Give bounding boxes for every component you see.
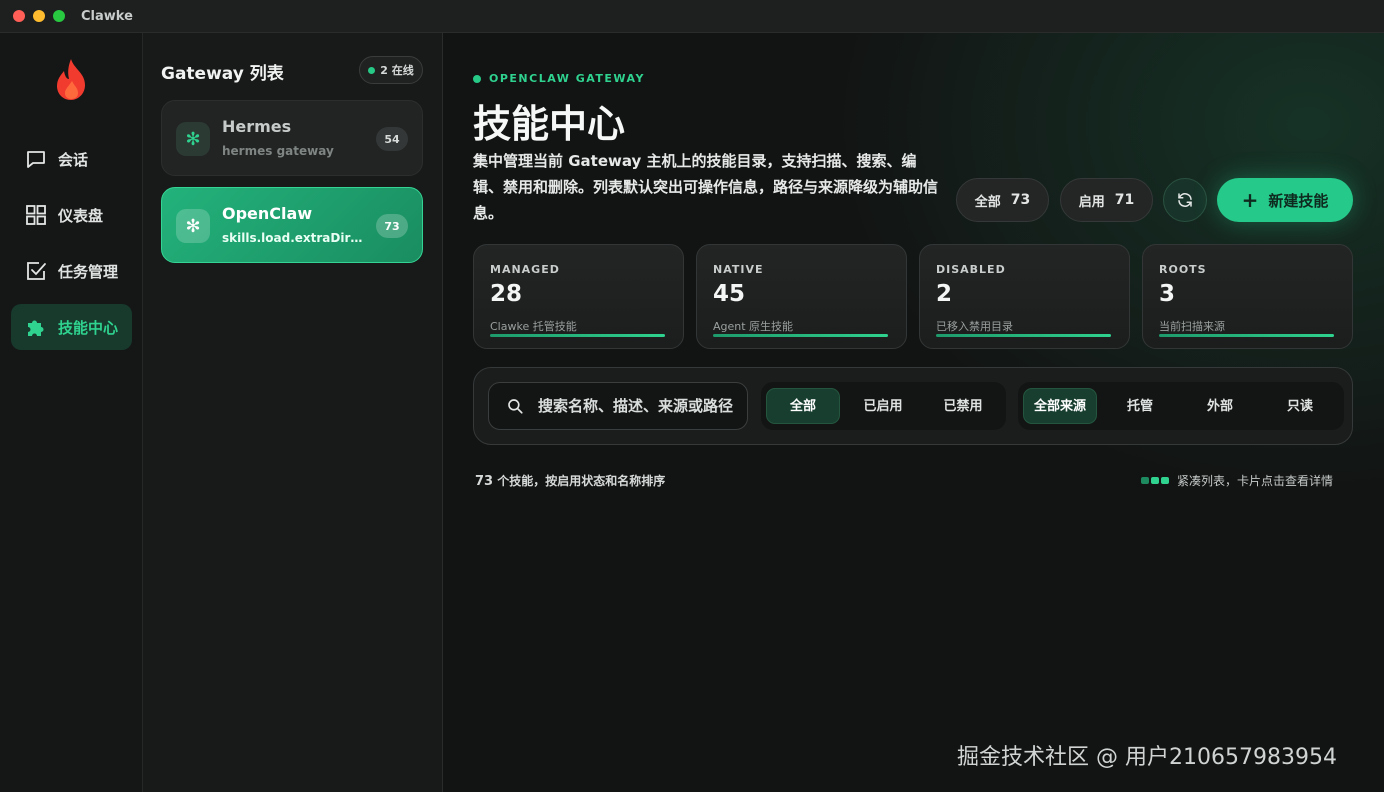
stat-value: 45 [713, 281, 746, 307]
nav-item-label: 会话 [58, 150, 89, 169]
stat-label: MANAGED [490, 263, 560, 276]
stat-description: Clawke 托管技能 [490, 320, 577, 333]
new-skill-button[interactable]: + 新建技能 [1217, 178, 1353, 222]
gateway-name: OpenClaw [222, 204, 313, 223]
nav-item-chat[interactable]: 会话 [11, 136, 132, 182]
nav-item-label: 技能中心 [58, 318, 119, 337]
window-controls [13, 10, 65, 22]
stat-description: 已移入禁用目录 [936, 320, 1013, 333]
stat-card-roots: ROOTS 3 当前扫描来源 [1142, 244, 1353, 349]
search-icon [508, 399, 523, 414]
skill-count: 73 [475, 474, 494, 489]
stat-description: 当前扫描来源 [1159, 320, 1225, 333]
enabled-value: 71 [1114, 192, 1135, 208]
stat-card-disabled: DISABLED 2 已移入禁用目录 [919, 244, 1130, 349]
page-title: 技能中心 [473, 102, 626, 146]
status-dot-icon [473, 74, 481, 83]
gateway-subtitle: skills.load.extraDirs ... [222, 231, 367, 245]
stat-progress-bar [713, 334, 888, 337]
close-window-button[interactable] [13, 10, 25, 22]
chat-bubble-icon [27, 151, 45, 168]
status-filter-disabled[interactable]: 已禁用 [926, 388, 1000, 424]
gateway-skill-count: 73 [376, 214, 408, 238]
filter-bar: 全部 已启用 已禁用 全部来源 托管 外部 只读 [473, 367, 1353, 445]
maximize-window-button[interactable] [53, 10, 65, 22]
app-title: Clawke [81, 8, 133, 24]
source-filter-external[interactable]: 外部 [1183, 388, 1257, 424]
refresh-button[interactable] [1163, 178, 1207, 222]
source-filter-readonly[interactable]: 只读 [1263, 388, 1337, 424]
stat-progress-bar [1159, 334, 1334, 337]
puzzle-icon [28, 320, 44, 336]
skill-count-summary: 73 个技能，按启用状态和名称排序 [475, 472, 665, 489]
stat-label: NATIVE [713, 263, 764, 276]
gateway-node-icon: ✻ [176, 209, 210, 243]
total-value: 73 [1010, 192, 1031, 208]
layout-hint-text: 紧凑列表，卡片点击查看详情 [1177, 474, 1334, 488]
page-description: 集中管理当前 Gateway 主机上的技能目录，支持扫描、搜索、编辑、禁用和删除… [473, 152, 939, 222]
online-status-badge: 2 在线 [359, 56, 423, 84]
stat-progress-bar [936, 334, 1111, 337]
total-skills-pill[interactable]: 全部 73 [956, 178, 1049, 222]
search-input[interactable] [538, 397, 738, 415]
stat-value: 3 [1159, 281, 1176, 307]
stat-progress-bar [490, 334, 665, 337]
gateway-name: Hermes [222, 117, 292, 136]
stat-description: Agent 原生技能 [713, 320, 794, 333]
online-dot-icon [368, 66, 376, 74]
search-box[interactable] [488, 382, 748, 430]
skills-main: OPENCLAW GATEWAY 技能中心 集中管理当前 Gateway 主机上… [443, 33, 1384, 792]
sidebar-nav: 会话 仪表盘 任务管理 技能中心 [0, 33, 143, 792]
total-label: 全部 [974, 194, 1001, 210]
skill-count-suffix: 个技能，按启用状态和名称排序 [493, 474, 666, 488]
source-filter: 全部来源 托管 外部 只读 [1018, 382, 1344, 430]
stat-value: 28 [490, 281, 523, 307]
gateway-node-icon: ✻ [176, 122, 210, 156]
gateway-eyebrow: OPENCLAW GATEWAY [473, 72, 645, 85]
nav-item-label: 任务管理 [58, 262, 119, 281]
nav-item-label: 仪表盘 [58, 206, 104, 225]
status-filter-all[interactable]: 全部 [766, 388, 840, 424]
new-skill-label: 新建技能 [1268, 191, 1329, 210]
watermark: 掘金技术社区 @ 用户210657983954 [957, 745, 1337, 770]
stat-card-managed: MANAGED 28 Clawke 托管技能 [473, 244, 684, 349]
status-filter: 全部 已启用 已禁用 [761, 382, 1006, 430]
stat-card-native: NATIVE 45 Agent 原生技能 [696, 244, 907, 349]
nav-item-dashboard[interactable]: 仪表盘 [11, 192, 132, 238]
layout-hint: 紧凑列表，卡片点击查看详情 [1141, 472, 1333, 489]
nav-item-skills[interactable]: 技能中心 [11, 304, 132, 350]
compact-list-icon [1141, 477, 1169, 484]
stat-label: ROOTS [1159, 263, 1207, 276]
enabled-skills-pill[interactable]: 启用 71 [1060, 178, 1153, 222]
minimize-window-button[interactable] [33, 10, 45, 22]
gateway-subtitle: hermes gateway [222, 144, 334, 158]
refresh-icon [1178, 193, 1192, 207]
gateway-skill-count: 54 [376, 127, 408, 151]
grid-icon [26, 205, 46, 225]
title-bar: Clawke [0, 0, 1384, 33]
eyebrow-text: OPENCLAW GATEWAY [489, 72, 645, 85]
stat-value: 2 [936, 281, 953, 307]
flame-logo-icon [57, 59, 85, 100]
gateway-panel: Gateway 列表 2 在线 ✻ Hermes hermes gateway … [143, 33, 443, 792]
plus-icon: + [1241, 188, 1259, 212]
source-filter-managed[interactable]: 托管 [1103, 388, 1177, 424]
checkbox-icon [27, 262, 46, 280]
nav-item-tasks[interactable]: 任务管理 [11, 248, 132, 294]
gateway-card-openclaw[interactable]: ✻ OpenClaw skills.load.extraDirs ... 73 [161, 187, 423, 263]
stat-label: DISABLED [936, 263, 1006, 276]
source-filter-all[interactable]: 全部来源 [1023, 388, 1097, 424]
gateway-list-title: Gateway 列表 [161, 64, 284, 84]
gateway-card-hermes[interactable]: ✻ Hermes hermes gateway 54 [161, 100, 423, 176]
enabled-label: 启用 [1078, 194, 1105, 210]
status-filter-enabled[interactable]: 已启用 [846, 388, 920, 424]
online-count: 2 在线 [380, 64, 414, 77]
